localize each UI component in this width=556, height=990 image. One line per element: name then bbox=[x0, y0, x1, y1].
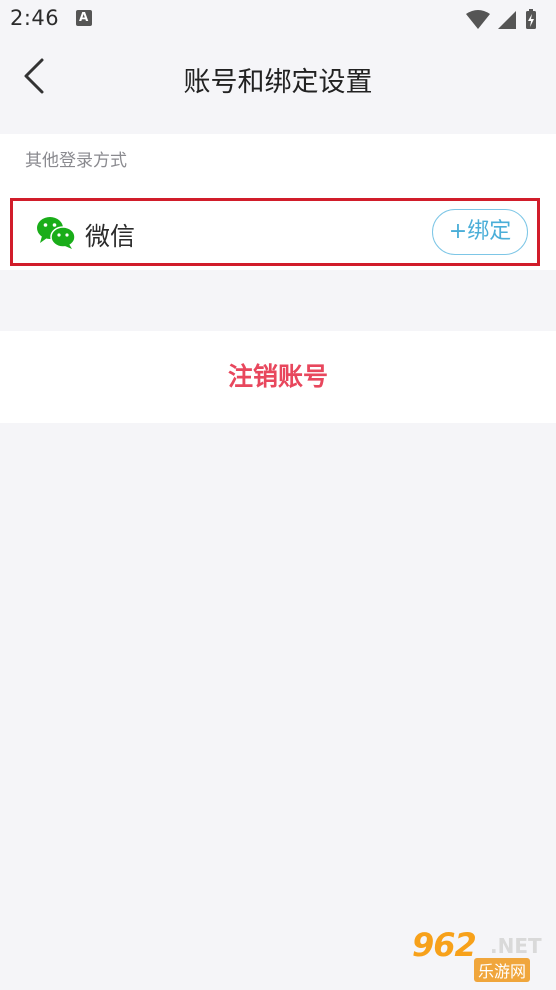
wechat-icon bbox=[36, 216, 76, 250]
watermark-suffix: .NET bbox=[490, 934, 542, 958]
battery-icon bbox=[526, 9, 536, 29]
signal-icon bbox=[498, 11, 516, 29]
status-icons bbox=[464, 8, 544, 30]
watermark-number: 962 bbox=[412, 926, 477, 964]
screen: 2:46 账号和绑定设置 bbox=[0, 0, 556, 990]
header: 账号和绑定设置 bbox=[0, 40, 556, 112]
section-label: 其他登录方式 bbox=[25, 151, 127, 171]
watermark-cn: 乐游网 bbox=[474, 958, 531, 982]
page-title: 账号和绑定设置 bbox=[183, 67, 373, 98]
wechat-label: 微信 bbox=[85, 222, 136, 251]
status-bar: 2:46 bbox=[0, 0, 556, 40]
login-method-wechat-row: 微信 +绑定 bbox=[10, 198, 540, 266]
wifi-icon bbox=[466, 10, 490, 29]
bind-wechat-button[interactable]: +绑定 bbox=[432, 209, 528, 255]
notification-a-icon bbox=[76, 10, 92, 26]
cancel-account-section: 注销账号 bbox=[0, 331, 556, 423]
status-time: 2:46 bbox=[10, 6, 60, 30]
cancel-account-button[interactable]: 注销账号 bbox=[0, 331, 556, 423]
login-methods-section: 其他登录方式 微信 +绑定 bbox=[0, 134, 556, 270]
watermark-logo: 962 .NET 乐游网 bbox=[410, 926, 550, 982]
